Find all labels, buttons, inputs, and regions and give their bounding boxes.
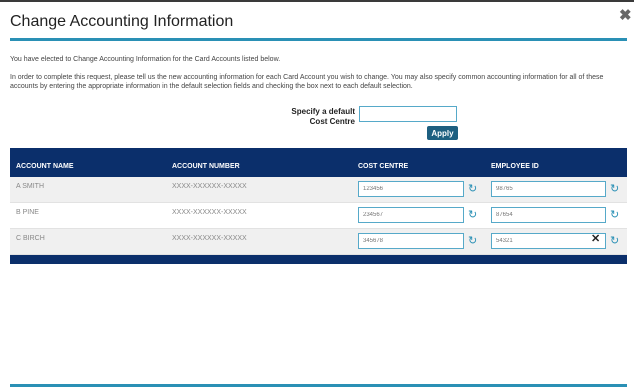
bottom-divider (10, 384, 627, 387)
close-icon[interactable]: ✖ (619, 6, 632, 24)
account-number: XXXX-XXXXXX-XXXXX (172, 183, 247, 190)
default-cost-centre-label-line2: Cost Centre (309, 117, 355, 126)
description-text: In order to complete this request, pleas… (10, 74, 604, 90)
header-account-number: ACCOUNT NUMBER (172, 163, 240, 170)
table-footer (10, 255, 627, 264)
accounts-table: ACCOUNT NAME ACCOUNT NUMBER COST CENTRE … (10, 148, 627, 264)
reset-icon[interactable]: ↻ (468, 208, 477, 221)
default-cost-centre-label: Specify a default Cost Centre (285, 107, 355, 127)
dialog-title: Change Accounting Information (10, 13, 234, 30)
reset-icon[interactable]: ↻ (610, 182, 619, 195)
header-cost-centre: COST CENTRE (358, 163, 409, 170)
default-cost-centre-input[interactable] (359, 106, 457, 122)
title-divider (10, 38, 627, 41)
header-employee-id: EMPLOYEE ID (491, 163, 539, 170)
default-cost-centre-label-line1: Specify a default (291, 107, 355, 116)
account-name: A SMITH (16, 183, 45, 190)
reset-icon[interactable]: ↻ (610, 234, 619, 247)
account-name: B PINE (16, 209, 39, 216)
account-number: XXXX-XXXXXX-XXXXX (172, 235, 247, 242)
account-name: C BIRCH (16, 235, 45, 242)
account-number: XXXX-XXXXXX-XXXXX (172, 209, 247, 216)
cost-centre-input[interactable] (358, 181, 464, 197)
employee-id-input[interactable] (491, 207, 606, 223)
table-header: ACCOUNT NAME ACCOUNT NUMBER COST CENTRE … (10, 148, 627, 177)
table-row: C BIRCH XXXX-XXXXXX-XXXXX ↻ ✕ ↻ (10, 229, 627, 255)
employee-id-input[interactable] (491, 181, 606, 197)
reset-icon[interactable]: ↻ (468, 234, 477, 247)
window-top-border (0, 0, 634, 2)
cost-centre-input[interactable] (358, 233, 464, 249)
employee-id-input[interactable] (491, 233, 606, 249)
table-row: B PINE XXXX-XXXXXX-XXXXX ↻ ↻ (10, 203, 627, 229)
intro-text: You have elected to Change Accounting In… (10, 56, 281, 63)
cost-centre-input[interactable] (358, 207, 464, 223)
reset-icon[interactable]: ↻ (468, 182, 477, 195)
header-account-name: ACCOUNT NAME (16, 163, 74, 170)
apply-button[interactable]: Apply (427, 126, 458, 140)
clear-icon[interactable]: ✕ (591, 232, 600, 245)
reset-icon[interactable]: ↻ (610, 208, 619, 221)
table-row: A SMITH XXXX-XXXXXX-XXXXX ↻ ↻ (10, 177, 627, 203)
